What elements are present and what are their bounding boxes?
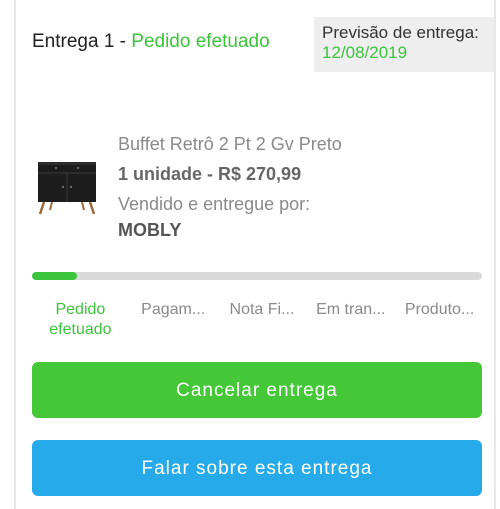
cancel-delivery-button[interactable]: Cancelar entrega	[32, 362, 482, 418]
product-image[interactable]	[34, 154, 100, 216]
delivery-status: Pedido efetuado	[131, 31, 270, 52]
product-quantity-price: 1 unidade - R$ 270,99	[118, 164, 302, 184]
delivery-progress-fill	[32, 272, 77, 280]
product-seller: MOBLY	[118, 220, 182, 240]
delivery-card: Entrega 1 - Pedido efetuado Previsão de …	[14, 0, 496, 509]
dresser-image	[38, 162, 96, 215]
delivery-step: Nota Fi...	[229, 301, 295, 318]
forecast-date: 12/08/2019	[322, 43, 408, 62]
delivery-steps: Pedido efetuado Pagam... Nota Fi... Em tran…	[32, 300, 484, 340]
delivery-step: Pagam...	[141, 301, 206, 318]
delivery-step: Pedido efetuado	[49, 301, 112, 338]
product-seller-label: Vendido e entregue por:	[118, 194, 311, 214]
talk-about-delivery-button[interactable]: Falar sobre esta entrega	[32, 440, 482, 496]
delivery-title-prefix: Entrega 1 -	[32, 31, 132, 52]
delivery-progress-bar	[32, 272, 482, 280]
delivery-step: Produto...	[404, 301, 475, 318]
delivery-title: Entrega 1 - Pedido efetuado	[32, 31, 270, 53]
product-name[interactable]: Buffet Retrô 2 Pt 2 Gv Preto	[118, 134, 342, 155]
product-info: Buffet Retrô 2 Pt 2 Gv Preto 1 unidade -…	[118, 134, 342, 241]
delivery-step: Em tran...	[316, 301, 386, 318]
forecast-label: Previsão de entrega:	[322, 23, 479, 42]
delivery-forecast-box: Previsão de entrega: 12/08/2019	[314, 17, 494, 72]
